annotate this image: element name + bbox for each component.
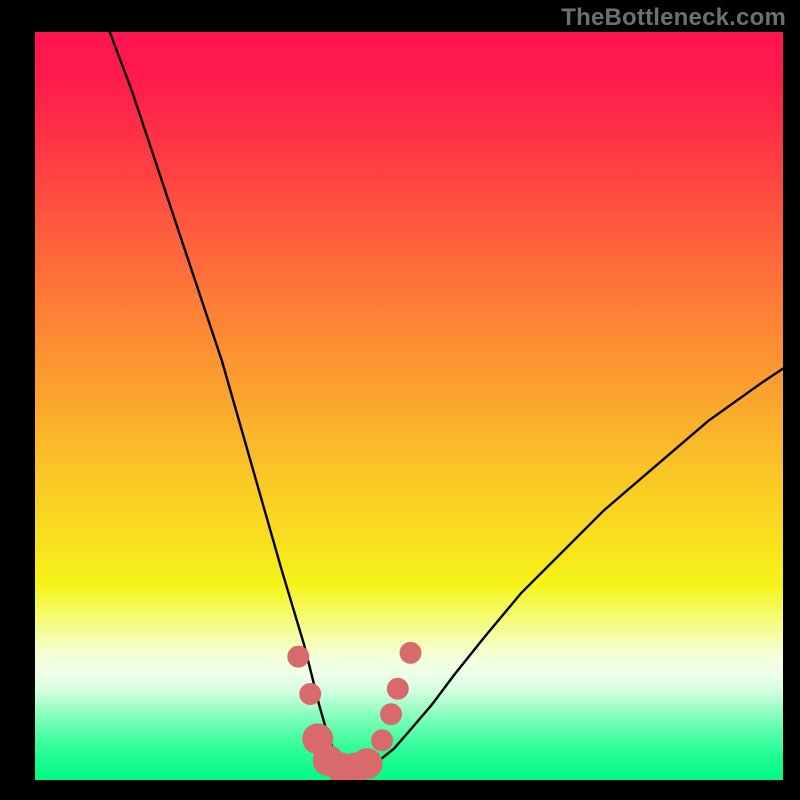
curve-marker (400, 642, 421, 663)
chart-svg (35, 32, 783, 780)
curve-marker (300, 684, 321, 705)
chart-frame: TheBottleneck.com (0, 0, 800, 800)
curve-marker (352, 749, 382, 779)
curve-marker (288, 646, 309, 667)
bottleneck-curve (110, 32, 783, 769)
curve-marker (372, 730, 393, 751)
chart-plot-area (35, 32, 783, 780)
curve-marker (381, 704, 402, 725)
watermark-text: TheBottleneck.com (561, 4, 786, 32)
curve-marker (387, 678, 408, 699)
